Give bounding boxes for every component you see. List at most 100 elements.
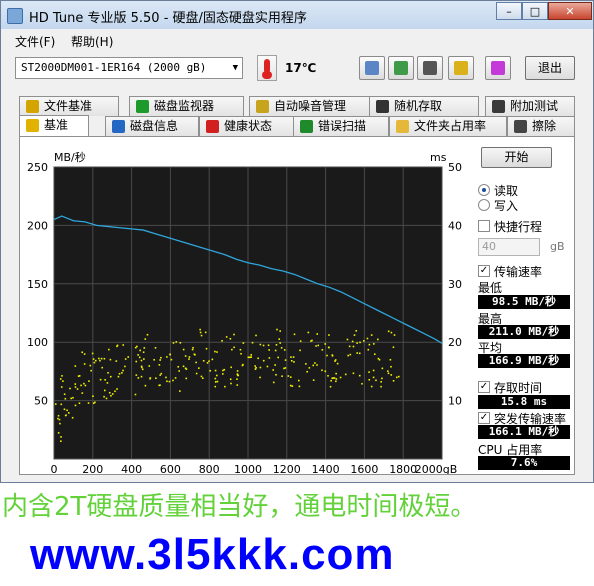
access-time-point <box>100 357 103 360</box>
access-time-point <box>60 440 62 442</box>
tab-label: 错误扫描 <box>318 119 367 133</box>
tab-health[interactable]: 健康状态 <box>199 116 299 136</box>
access-time-point <box>358 374 361 377</box>
access-time-point <box>140 375 143 378</box>
tab-folder-usage[interactable]: 文件夹占用率 <box>389 116 507 136</box>
screenshot-button[interactable] <box>417 56 443 80</box>
access-time-point <box>331 354 334 356</box>
read-radio[interactable] <box>478 184 490 196</box>
access-time-point <box>277 356 279 359</box>
access-time-point <box>148 365 151 367</box>
options-button[interactable] <box>448 56 474 80</box>
access-time-point <box>267 344 270 347</box>
copy-screenshot-button[interactable] <box>388 56 414 80</box>
thermometer-icon <box>257 55 277 81</box>
access-time-point <box>195 361 197 364</box>
access-time-point <box>352 372 355 375</box>
access-time-point <box>315 345 317 347</box>
tab-file-benchmark[interactable]: 文件基准 <box>19 96 119 116</box>
access-time-point <box>240 352 242 355</box>
maximize-button[interactable]: □ <box>522 2 548 20</box>
access-time-point <box>280 347 283 349</box>
access-time-point <box>159 374 162 376</box>
access-time-point <box>368 371 370 373</box>
save-button[interactable] <box>485 56 511 80</box>
temperature-value: 17℃ <box>285 61 317 75</box>
access-time-point <box>58 418 61 421</box>
access-time-point <box>107 372 109 374</box>
transfer-rate-label: 传输速率 <box>494 265 543 279</box>
access-time-checkbox[interactable]: ✓ <box>478 381 490 393</box>
access-time-point <box>387 370 389 372</box>
access-time-point <box>352 345 355 348</box>
y-left-unit-label: MB/秒 <box>54 150 86 164</box>
access-time-point <box>92 395 94 398</box>
tab-extra-tests[interactable]: 附加测试 <box>485 96 575 116</box>
tab-benchmark[interactable]: 基准 <box>19 115 89 137</box>
copy-text-button[interactable] <box>359 56 385 80</box>
short-stroke-checkbox[interactable] <box>478 220 490 232</box>
y-left-tick-label: 50 <box>34 395 48 408</box>
access-time-point <box>387 330 390 333</box>
tab-label: 磁盘信息 <box>130 119 179 133</box>
access-time-point <box>200 334 203 337</box>
access-time-point <box>272 369 274 371</box>
burst-rate-checkbox[interactable]: ✓ <box>478 412 490 424</box>
access-time-point <box>214 377 217 380</box>
tab-error-scan[interactable]: 错误扫描 <box>293 116 389 136</box>
access-time-point <box>111 393 114 395</box>
tab-disk-monitor[interactable]: 磁盘监视器 <box>129 96 244 116</box>
exit-button[interactable]: 退出 <box>525 56 575 80</box>
access-time-point <box>74 383 77 385</box>
access-time-point <box>87 402 90 404</box>
x-tick-label: 1800 <box>389 463 417 474</box>
tab-label: 自动噪音管理 <box>274 99 347 113</box>
access-time-point <box>124 358 127 360</box>
access-time-point <box>349 353 352 356</box>
access-time-point <box>284 359 287 361</box>
access-time-point <box>334 359 337 361</box>
access-time-point <box>275 373 277 376</box>
drive-select[interactable]: ST2000DM001-1ER164 (2000 gB) ▼ <box>15 57 243 79</box>
minimize-button[interactable]: – <box>496 2 522 20</box>
access-time-point <box>206 362 209 364</box>
tab-disk-info[interactable]: 磁盘信息 <box>105 116 199 136</box>
access-time-point <box>168 380 171 383</box>
start-button[interactable]: 开始 <box>481 147 552 168</box>
write-radio[interactable] <box>478 199 490 211</box>
access-time-point <box>274 349 277 352</box>
access-time-point <box>329 385 332 388</box>
access-time-point <box>149 377 152 379</box>
access-time-point <box>200 375 203 378</box>
access-time-point <box>231 348 233 351</box>
access-time-point <box>268 357 271 359</box>
tab-label: 附加测试 <box>510 99 559 113</box>
access-time-point <box>188 358 190 360</box>
access-time-point <box>393 334 396 336</box>
access-time-point <box>281 375 283 378</box>
menu-help[interactable]: 帮助(H) <box>71 33 113 50</box>
tab-erase[interactable]: 擦除 <box>507 116 575 136</box>
access-time-point <box>356 352 358 354</box>
website-text: www.3l5kkk.com <box>30 530 395 579</box>
access-time-point <box>236 378 238 380</box>
transfer-rate-checkbox[interactable]: ✓ <box>478 265 490 277</box>
access-time-point <box>373 343 375 345</box>
access-time-point <box>57 417 59 420</box>
access-time-point <box>370 334 373 336</box>
access-time-point <box>224 385 226 388</box>
access-time-point <box>241 364 244 367</box>
access-time-point <box>106 382 109 384</box>
close-button[interactable]: ✕ <box>548 2 592 20</box>
access-time-point <box>283 367 285 370</box>
tab-label: 健康状态 <box>224 119 273 133</box>
tab-aam[interactable]: 自动噪音管理 <box>249 96 374 116</box>
short-stroke-stepper[interactable]: 40 <box>478 238 540 256</box>
y-right-tick-label: 10 <box>448 395 462 408</box>
tab-random-access[interactable]: 随机存取 <box>369 96 479 116</box>
access-time-point <box>116 344 119 347</box>
menu-file[interactable]: 文件(F) <box>15 33 55 50</box>
y-right-tick-label: 30 <box>448 278 462 291</box>
access-time-point <box>274 364 276 366</box>
app-icon <box>7 8 23 24</box>
